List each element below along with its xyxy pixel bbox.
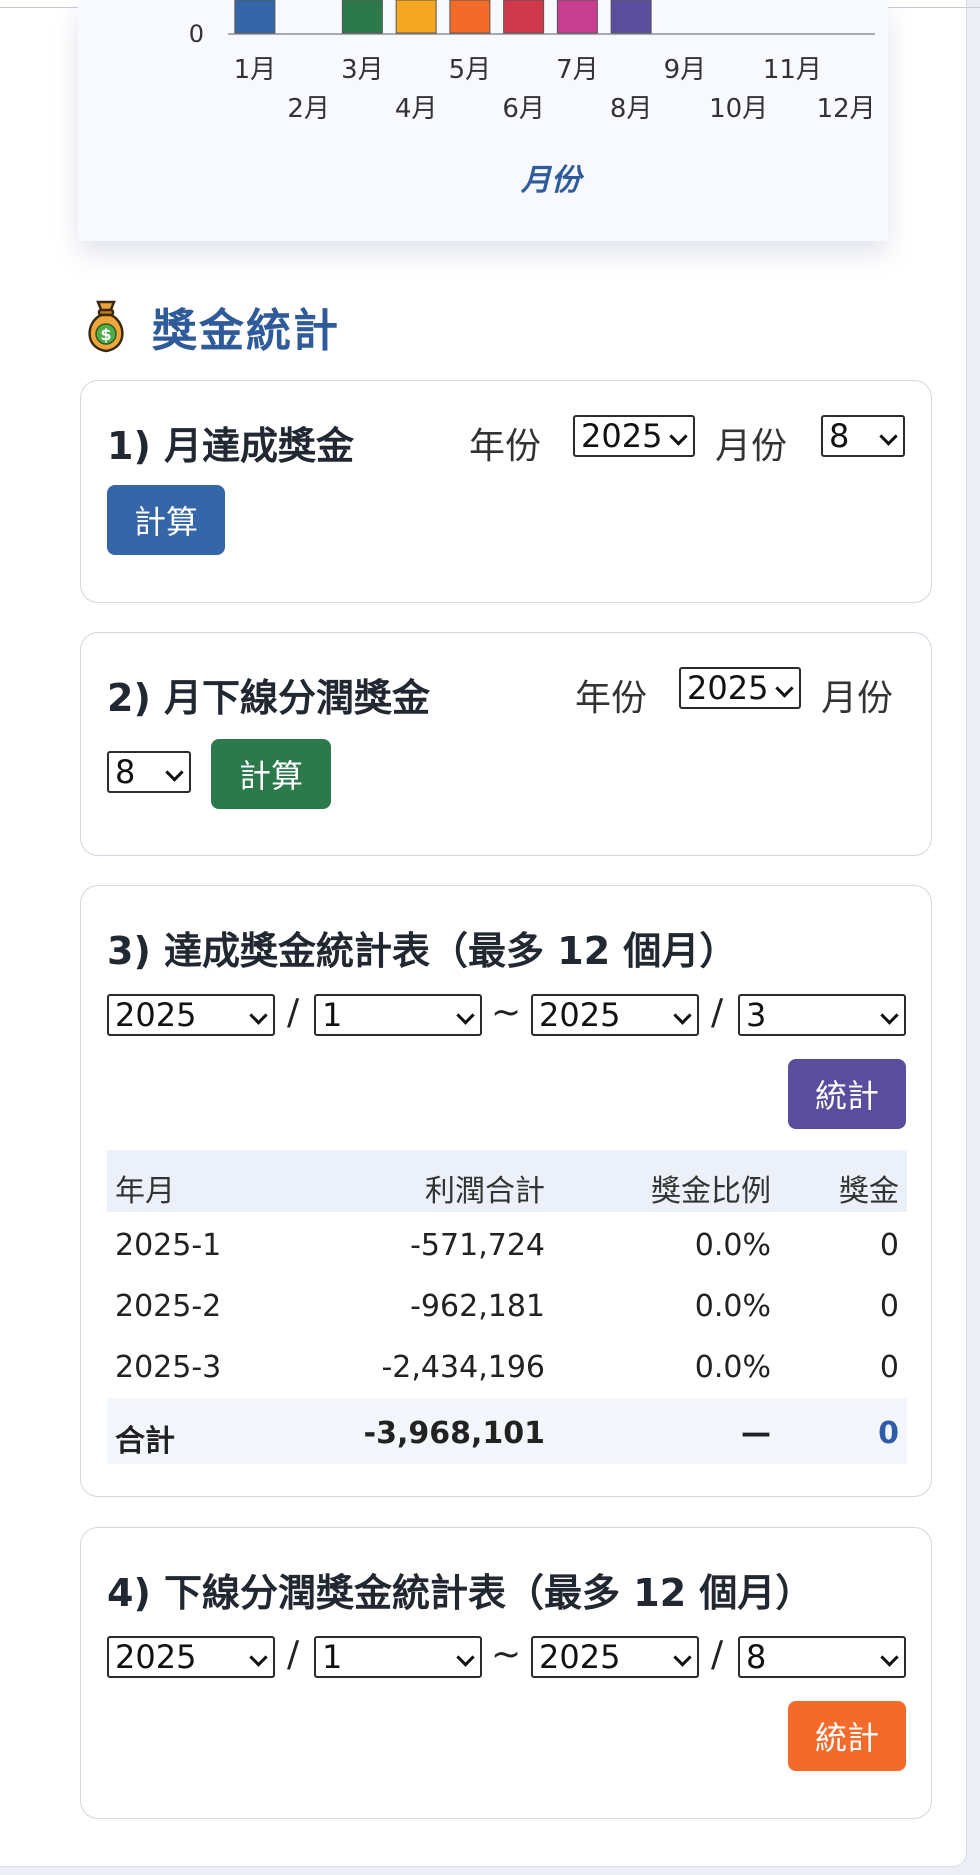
card3-from-year-select[interactable]: 2025 xyxy=(107,994,275,1036)
card4-to-year-select[interactable]: 2025 xyxy=(531,1636,699,1678)
table-row: 2025-3 -2,434,196 0.0% 0 xyxy=(115,1350,899,1385)
x-axis-title: 月份 xyxy=(520,163,585,198)
chevron-down-icon xyxy=(165,763,184,782)
card4-slash: / xyxy=(287,1634,300,1675)
achievement-bonus-report-card: 3) 達成獎金統計表（最多 12 個月） 2025 / 1 ~ 2025 / 3… xyxy=(80,885,932,1497)
x-tick-label: 5月 xyxy=(449,55,492,85)
card4-tilde: ~ xyxy=(491,1634,522,1675)
money-bag-icon: $ xyxy=(88,300,124,353)
chevron-down-icon xyxy=(456,1648,475,1667)
chevron-down-icon xyxy=(673,1006,692,1025)
card1-heading: 1) 月達成獎金 xyxy=(107,424,355,468)
monthly-bar-chart: 0 1月 2月 3月 4月 5月 6月 7月 8月 9月10月 11月 12月月份 xyxy=(189,0,876,198)
card2-heading: 2) 月下線分潤獎金 xyxy=(107,676,431,720)
card4-heading: 4) 下線分潤獎金統計表（最多 12 個月） xyxy=(107,1571,814,1615)
svg-text:$: $ xyxy=(100,325,111,344)
chart-bar xyxy=(503,0,545,34)
x-tick-label: 2月 xyxy=(287,94,330,124)
card4-stat-button[interactable]: 統計 xyxy=(788,1701,906,1771)
chart-bar xyxy=(449,0,491,34)
chevron-down-icon xyxy=(249,1648,268,1667)
total-label: 合計 xyxy=(115,1424,175,1459)
card3-tilde: ~ xyxy=(491,992,522,1033)
chevron-down-icon xyxy=(249,1006,268,1025)
x-tick-label: 3月 xyxy=(341,55,384,85)
card3-slash-2: / xyxy=(711,992,724,1033)
table-header-row: 年月 利潤合計 獎金比例 獎金 xyxy=(107,1150,907,1212)
chart-bar xyxy=(395,0,437,34)
card3-stat-button[interactable]: 統計 xyxy=(788,1059,906,1129)
section-title: 獎金統計 xyxy=(152,303,341,357)
card1-year-select[interactable]: 2025 xyxy=(573,415,695,457)
card2-calculate-button[interactable]: 計算 xyxy=(211,739,331,809)
x-tick-label: 7月 xyxy=(556,55,599,85)
card1-year-label: 年份 xyxy=(469,426,542,467)
x-tick-label: 11月 xyxy=(763,55,822,85)
chart-bar xyxy=(556,0,598,34)
header-bonus: 獎金 xyxy=(839,1174,899,1209)
total-bonus: 0 xyxy=(878,1416,899,1451)
x-tick-label: 9月 xyxy=(664,55,707,85)
chart-bar xyxy=(610,0,652,34)
x-tick-label: 8月 xyxy=(610,94,653,124)
chevron-down-icon xyxy=(669,427,688,446)
total-profit: -3,968,101 xyxy=(363,1416,545,1451)
card1-month-select[interactable]: 8 xyxy=(821,415,905,457)
card4-from-year-select[interactable]: 2025 xyxy=(107,1636,275,1678)
x-tick-label: 1月 xyxy=(234,55,277,85)
y-tick-label: 0 xyxy=(189,20,204,48)
card3-to-month-select[interactable]: 3 xyxy=(738,994,906,1036)
table-total-row: 合計 -3,968,101 — 0 xyxy=(107,1398,907,1464)
card4-from-month-select[interactable]: 1 xyxy=(314,1636,482,1678)
x-tick-label: 6月 xyxy=(502,94,545,124)
card4-slash-2: / xyxy=(711,1634,724,1675)
header-year-month: 年月 xyxy=(115,1174,175,1209)
card1-month-label: 月份 xyxy=(715,426,788,467)
section-header: $ 獎金統計 xyxy=(82,298,340,357)
chevron-down-icon xyxy=(456,1006,475,1025)
table-row: 2025-2 -962,181 0.0% 0 xyxy=(115,1289,899,1324)
card3-heading: 3) 達成獎金統計表（最多 12 個月） xyxy=(107,929,738,973)
x-tick-label: 4月 xyxy=(395,94,438,124)
card4-to-month-select[interactable]: 8 xyxy=(738,1636,906,1678)
card2-year-select[interactable]: 2025 xyxy=(679,667,801,709)
total-ratio: — xyxy=(741,1416,771,1451)
chart-bar xyxy=(341,0,383,34)
monthly-achievement-bonus-card: 1) 月達成獎金 年份 2025 月份 8 計算 xyxy=(80,380,932,603)
header-bonus-ratio: 獎金比例 xyxy=(651,1174,771,1209)
chevron-down-icon xyxy=(880,1006,899,1025)
x-tick-label: 10月 xyxy=(709,94,768,124)
header-profit-total: 利潤合計 xyxy=(425,1174,545,1209)
card2-year-label: 年份 xyxy=(575,678,648,719)
x-tick-label: 12月 xyxy=(817,94,876,124)
chevron-down-icon xyxy=(673,1648,692,1667)
page: 0 1月 2月 3月 4月 5月 6月 7月 8月 9月 10月 11月 12月 月份 $ 獎金統計 1)… xyxy=(0,0,980,1867)
card2-month-label: 月份 xyxy=(821,678,894,719)
chevron-down-icon xyxy=(879,427,898,446)
card1-calculate-button[interactable]: 計算 xyxy=(107,485,225,555)
monthly-chart-card: 0 1月 2月 3月 4月 5月 6月 7月 8月 9月 10月 11月 12月月份 xyxy=(78,0,888,241)
chevron-down-icon xyxy=(775,679,794,698)
chevron-down-icon xyxy=(880,1648,899,1667)
downline-bonus-report-card: 4) 下線分潤獎金統計表（最多 12 個月） 2025 / 1 ~ 2025 /… xyxy=(80,1527,932,1819)
card2-month-select[interactable]: 8 xyxy=(107,751,191,793)
monthly-downline-bonus-card: 2) 月下線分潤獎金 年份 2025 月份 8 計算 xyxy=(80,632,932,856)
card3-slash: / xyxy=(287,992,300,1033)
card3-to-year-select[interactable]: 2025 xyxy=(531,994,699,1036)
chart-bar xyxy=(234,0,276,34)
table-row: 2025-1 -571,724 0.0% 0 xyxy=(115,1228,899,1263)
card3-from-month-select[interactable]: 1 xyxy=(314,994,482,1036)
